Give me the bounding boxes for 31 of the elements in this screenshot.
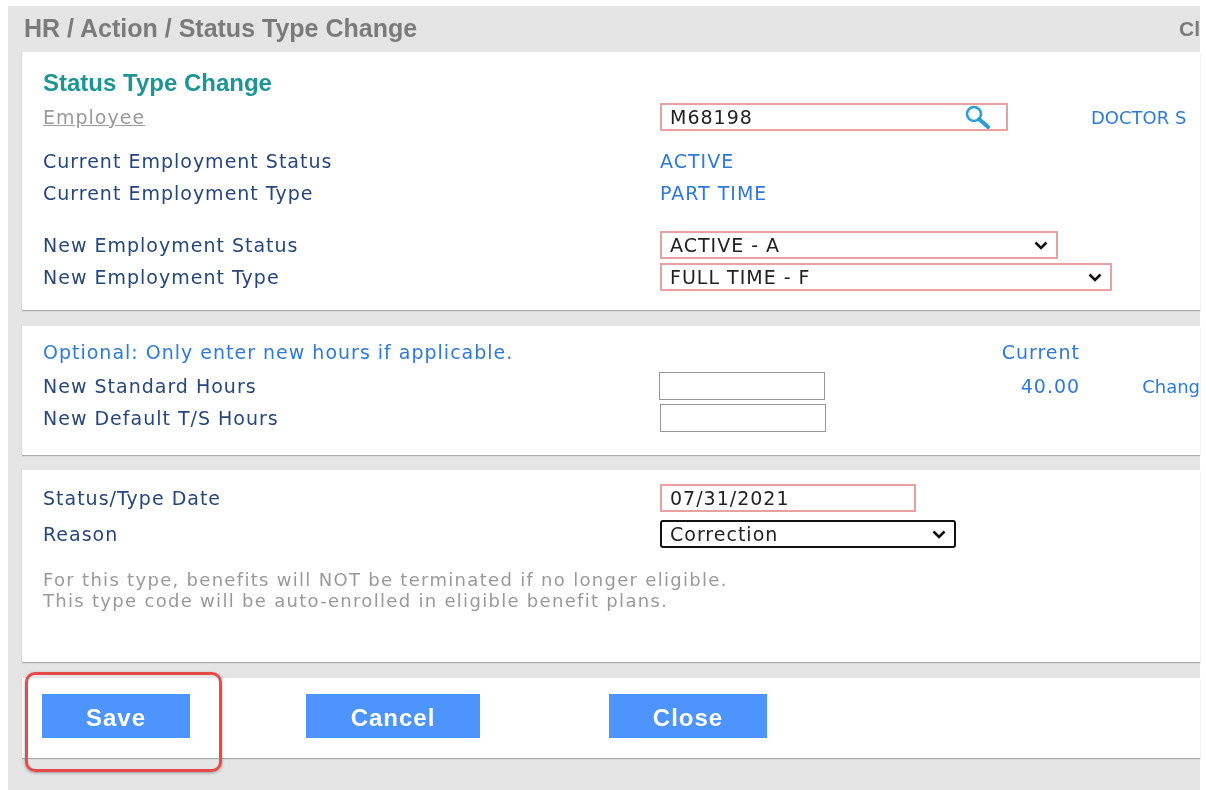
select-field[interactable]: FULL TIME - F [660,263,1112,291]
field-label: Current Employment Type [43,180,315,206]
hours-input[interactable] [659,372,826,400]
section-title: Status Type Change [43,70,273,96]
change-text: Chang [1142,374,1200,399]
hours-input[interactable] [660,404,826,432]
header-text: Cl [1179,16,1200,43]
current-value: 40.00 [1019,373,1081,399]
field-label: New Standard Hours [43,373,258,399]
field-label: Current Employment Status [43,148,334,174]
field-label: New Employment Type [43,264,281,290]
info-text: This type code will be auto-enrolled in eligible benefit plans. [43,590,670,611]
field-label: Status/Type Date [43,485,223,511]
field-label: New Default T/S Hours [43,405,280,431]
chevron-down-icon [1088,272,1102,282]
select-field[interactable]: ACTIVE - A [660,231,1058,259]
search-icon[interactable] [964,105,992,129]
select-field[interactable]: Correction [660,520,956,548]
field-label: Reason [43,521,120,547]
hint-text: Optional: Only enter new hours if applicable. [43,339,514,365]
info-text: For this type, benefits will NOT be terminated if no longer eligible. [43,569,729,590]
field-label: New Employment Status [43,232,300,258]
chevron-down-icon [1034,240,1048,250]
lookup-field[interactable]: M68198 [660,103,1008,131]
date-field[interactable]: 07/31/2021 [660,484,916,512]
breadcrumb-title: HR / Action / Status Type Change [24,13,418,45]
employee-name: DOCTOR S [1091,105,1187,130]
chevron-down-icon [932,529,946,539]
field-value: PART TIME [660,180,768,206]
field-value: ACTIVE [660,148,735,174]
column-heading: Current [1001,339,1080,365]
